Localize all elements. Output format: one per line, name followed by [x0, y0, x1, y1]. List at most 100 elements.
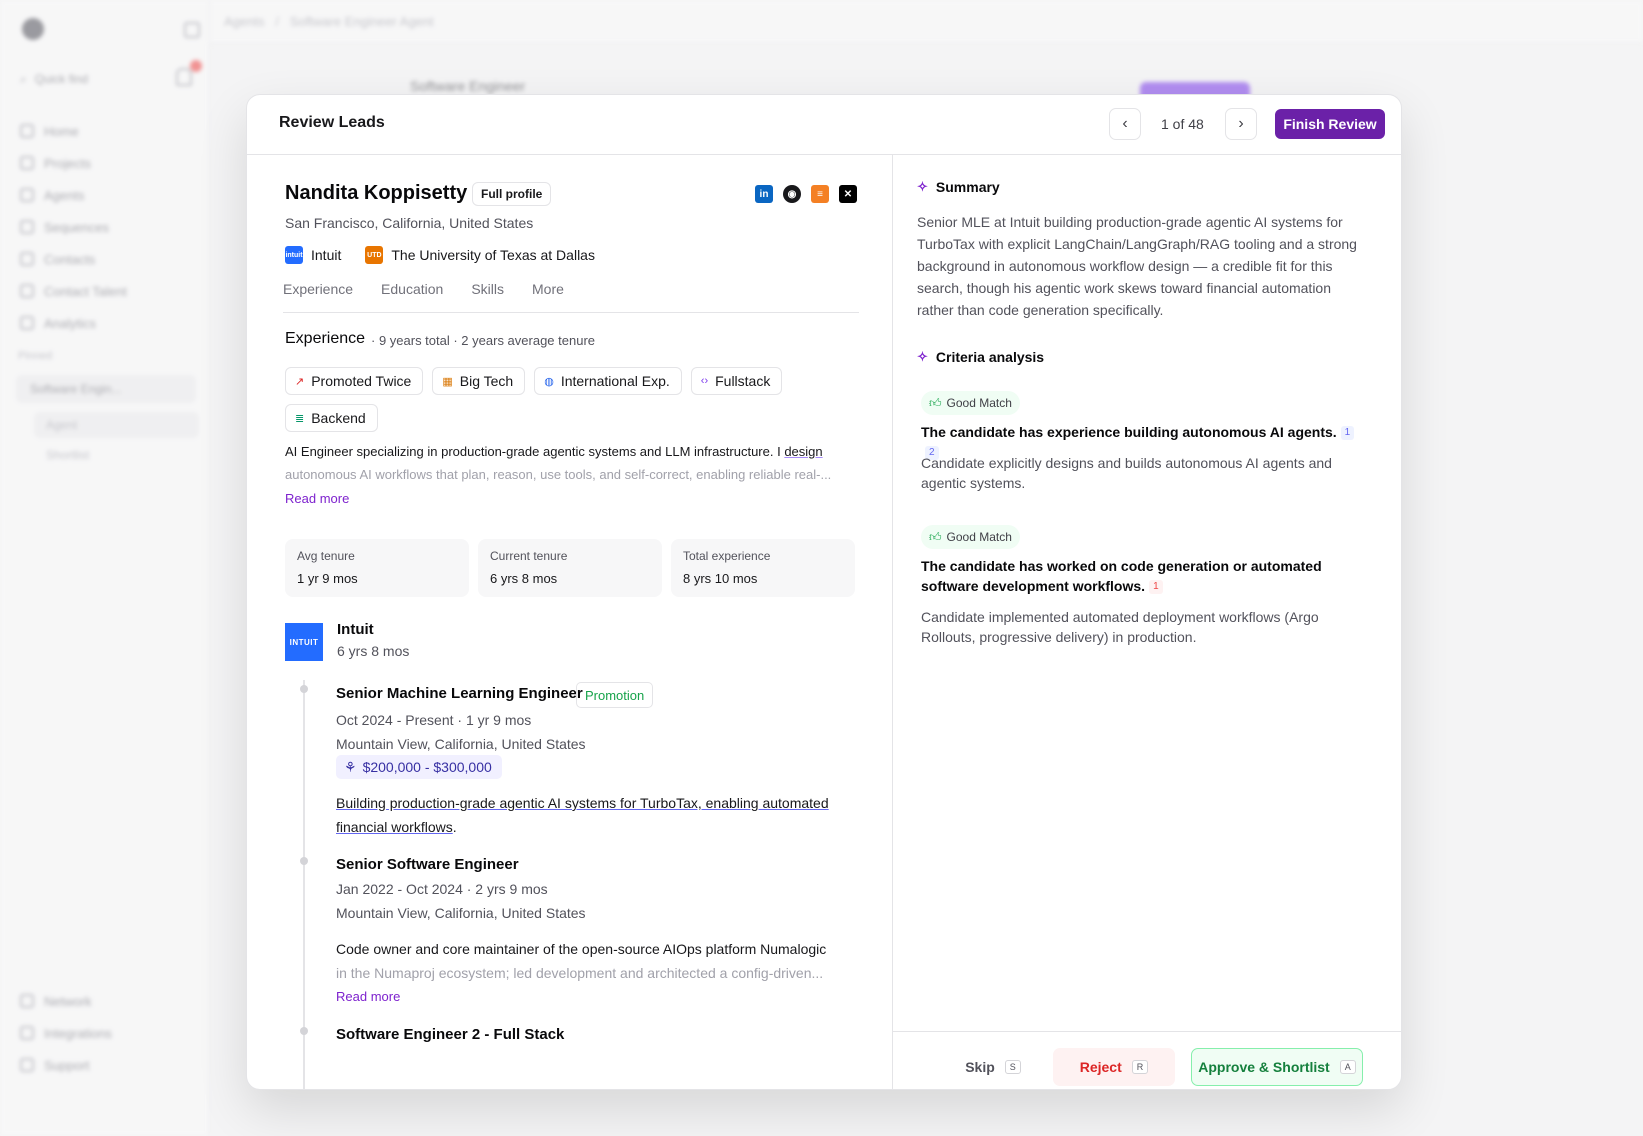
bell-icon[interactable] — [176, 68, 192, 86]
tab-education[interactable]: Education — [381, 281, 443, 312]
sidebar-collapse-icon[interactable] — [184, 22, 200, 38]
experience-badges: ↗ Promoted Twice ▦ Big Tech ◍ International… — [285, 367, 845, 432]
role-desc-highlight[interactable]: Building production-grade agentic AI sys… — [336, 795, 829, 835]
globe-icon: ◍ — [544, 375, 554, 388]
role-title: Senior Software Engineer — [336, 856, 519, 873]
experience-meta: · 9 years total · 2 years average tenure — [371, 333, 596, 348]
timeline-dot — [300, 1027, 308, 1035]
role-title: Software Engineer 2 - Full Stack — [336, 1026, 565, 1043]
chart-icon — [20, 316, 34, 330]
sidebar-item-integrations[interactable]: Integrations — [18, 1017, 198, 1049]
citation-link[interactable]: 1 — [1340, 426, 1355, 441]
criterion-text: The candidate has worked on code generat… — [921, 556, 1361, 596]
stat-value: 6 yrs 8 mos — [490, 571, 558, 586]
role-desc-fade: in the Numaproj ecosystem; led developme… — [336, 965, 824, 981]
stat-label: Total experience — [683, 549, 771, 563]
thumbs-up-icon: 👍︎ — [929, 529, 942, 544]
approve-label: Approve & Shortlist — [1198, 1059, 1330, 1075]
criteria-title: Criteria analysis — [935, 349, 1045, 365]
shortcut-key: R — [1131, 1060, 1149, 1074]
stat-value: 1 yr 9 mos — [297, 571, 358, 586]
analysis-panel: ✧ Summary Senior MLE at Intuit building p… — [893, 155, 1401, 1089]
reject-button[interactable]: Reject R — [1053, 1048, 1175, 1086]
summary-text: AI Engineer specializing in production-g… — [285, 444, 785, 459]
badge-big-tech: ▦ Big Tech — [432, 367, 526, 395]
approve-shortlist-button[interactable]: Approve & Shortlist A — [1191, 1048, 1363, 1086]
read-more-link[interactable]: Read more — [285, 491, 349, 506]
citation-link[interactable]: 1 — [1149, 580, 1163, 595]
breadcrumb-agents[interactable]: Agents — [224, 14, 264, 29]
candidate-summary: AI Engineer specializing in production-g… — [285, 440, 850, 486]
role-location: Mountain View, California, United States — [336, 736, 586, 752]
github-icon[interactable]: ◉ — [783, 185, 801, 203]
prev-lead-button[interactable]: ‹ — [1109, 108, 1141, 140]
match-label: Good Match — [946, 530, 1012, 544]
thumbs-up-icon: 👍︎ — [929, 395, 942, 410]
stackoverflow-icon[interactable]: ≡ — [811, 185, 829, 203]
role-desc-text: Code owner and core maintainer of the op… — [336, 941, 827, 957]
social-links: in ◉ ≡ ✕ — [755, 185, 857, 203]
criterion-explanation: Candidate implemented automated deployme… — [921, 609, 1319, 645]
intuit-logo-icon: intuit — [285, 246, 303, 264]
sidebar-item-analytics[interactable]: Analytics — [18, 307, 198, 339]
company-duration: 6 yrs 8 mos — [337, 643, 410, 659]
candidate-name: Nandita Koppisetty — [285, 182, 468, 204]
sidebar-subitem-agent[interactable]: Agent — [34, 412, 199, 438]
server-icon: ≣ — [295, 412, 305, 425]
stat-label: Current tenure — [490, 549, 568, 563]
sidebar-item-projects[interactable]: Projects — [18, 147, 198, 179]
sidebar-nav: Home Projects Agents Sequences Contacts … — [18, 115, 198, 339]
role-title: Senior Machine Learning Engineer — [336, 685, 583, 702]
sidebar-item-contact-talent[interactable]: Contact Talent — [18, 275, 198, 307]
badge-fullstack: ‹› Fullstack — [690, 367, 783, 395]
sidebar-item-home[interactable]: Home — [18, 115, 198, 147]
linkedin-icon[interactable]: in — [755, 185, 773, 203]
criterion-label: The candidate has experience building au… — [921, 424, 1337, 440]
promotion-badge: Promotion — [576, 682, 654, 708]
page-title: Software Engineer — [410, 78, 526, 94]
sidebar-item-support[interactable]: Support — [18, 1049, 198, 1081]
quick-find[interactable]: ⌕ Quick find — [20, 68, 155, 90]
stat-total-experience: Total experience 8 yrs 10 mos — [671, 539, 855, 597]
read-more-link[interactable]: Read more — [336, 989, 400, 1004]
shortcut-key: S — [1004, 1060, 1021, 1074]
sidebar-item-agents[interactable]: Agents — [18, 179, 198, 211]
review-actions: Skip S Reject R Approve & Shortlist A — [893, 1031, 1401, 1089]
full-profile-button[interactable]: Full profile — [472, 182, 552, 206]
tab-skills[interactable]: Skills — [471, 281, 504, 312]
org-name: The University of Texas at Dallas — [391, 247, 595, 263]
chevron-right-icon: › — [1238, 115, 1244, 132]
sidebar-item-network[interactable]: Network — [18, 985, 198, 1017]
contacts-icon — [20, 252, 34, 266]
summary-fade: autonomous AI workflows that plan, reaso… — [285, 467, 832, 482]
criterion-label: The candidate has worked on code generat… — [921, 558, 1322, 594]
support-icon — [20, 1058, 34, 1072]
chevron-left-icon: ‹ — [1122, 115, 1128, 132]
tab-experience[interactable]: Experience — [283, 281, 353, 312]
match-label: Good Match — [946, 396, 1012, 410]
home-icon — [20, 124, 34, 138]
sidebar-agent-item[interactable]: Software Engin... — [16, 375, 196, 403]
folder-icon — [20, 156, 34, 170]
x-icon[interactable]: ✕ — [839, 185, 857, 203]
role-location: Mountain View, California, United States — [336, 905, 586, 921]
finish-review-button[interactable]: Finish Review — [1275, 109, 1385, 139]
next-lead-button[interactable]: › — [1225, 108, 1257, 140]
criterion-explanation: Candidate explicitly designs and builds … — [921, 455, 1332, 491]
skip-button[interactable]: Skip S — [953, 1048, 1033, 1086]
badge-promoted-twice: ↗ Promoted Twice — [285, 367, 424, 395]
utd-logo-icon: UTD — [365, 246, 384, 264]
summary-heading: ✧ Summary — [917, 179, 1000, 195]
network-icon — [20, 994, 34, 1008]
criteria-heading: ✧ Criteria analysis — [917, 349, 1044, 365]
summary-highlight[interactable]: design — [784, 444, 822, 459]
intuit-company-logo: INTUIT — [285, 623, 323, 661]
search-icon: ⌕ — [20, 71, 27, 86]
section-label: Pinned — [18, 350, 53, 362]
plug-icon — [20, 1026, 34, 1040]
tab-more[interactable]: More — [532, 281, 564, 312]
sidebar-item-sequences[interactable]: Sequences — [18, 211, 198, 243]
role-dates: Oct 2024 - Present · 1 yr 9 mos — [336, 712, 532, 728]
sidebar-item-contacts[interactable]: Contacts — [18, 243, 198, 275]
sidebar-subitem-shortlist[interactable]: Shortlist — [34, 442, 199, 468]
